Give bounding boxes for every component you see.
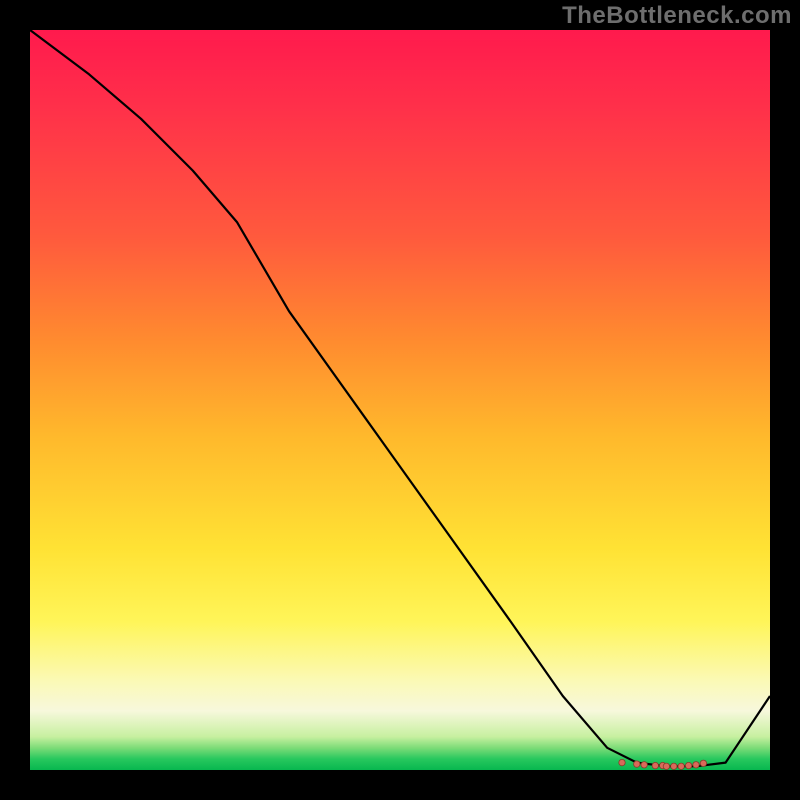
optimal-marker-dot	[693, 762, 699, 768]
plot-area	[30, 30, 770, 770]
chart-svg	[30, 30, 770, 770]
optimal-marker-dot	[619, 759, 625, 765]
optimal-marker-dot	[700, 760, 706, 766]
optimal-marker-dot	[678, 763, 684, 769]
chart-stage: TheBottleneck.com	[0, 0, 800, 800]
optimal-marker-dot	[641, 762, 647, 768]
optimal-marker-dot	[652, 762, 658, 768]
bottleneck-curve	[30, 30, 770, 766]
optimal-marker-dot	[671, 763, 677, 769]
optimal-marker-dot	[634, 761, 640, 767]
watermark-text: TheBottleneck.com	[562, 2, 792, 30]
optimal-marker-dot	[685, 762, 691, 768]
optimal-marker-dot	[663, 763, 669, 769]
